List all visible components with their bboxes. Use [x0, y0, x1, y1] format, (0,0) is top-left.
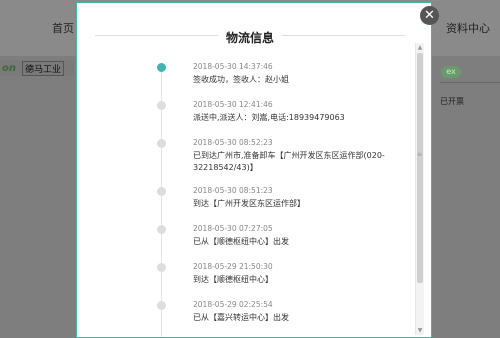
brand-logo: on 德马工业 — [0, 60, 74, 76]
timeline-dot-icon — [157, 139, 166, 148]
timeline-scroll-area[interactable]: 2018-05-30 14:37:46 签收成功，签收人：赵小姐 2018-05-3… — [77, 49, 415, 337]
event-time: 2018-05-29 02:25:54 — [193, 300, 273, 309]
scroll-thumb[interactable] — [417, 53, 423, 283]
event-time: 2018-05-30 12:41:46 — [193, 100, 273, 109]
event-time: 2018-05-28 20:19:35 — [193, 336, 273, 337]
timeline-dot-icon — [157, 101, 166, 110]
timeline-dot-icon — [157, 263, 166, 272]
timeline-dot-icon — [157, 187, 166, 196]
event-description: 到达【广州开发区东区运作部】 — [193, 199, 305, 208]
logo-text: 德马工业 — [22, 60, 65, 76]
status-badge: ex — [441, 66, 461, 78]
event-description: 已从【顺德枢纽中心】出发 — [193, 237, 289, 246]
event-description: 签收成功，签收人：赵小姐 — [193, 75, 289, 84]
modal-title: 物流信息 — [217, 29, 283, 46]
event-time: 2018-05-30 07:27:05 — [193, 224, 273, 233]
nav-home-link[interactable]: 首页 — [52, 20, 74, 36]
event-description: 派送中,派送人：刘嵩,电话:18939479063 — [193, 113, 345, 122]
event-description: 已到达广州市,准备卸车【广州开发区东区运作部(020-32218542/43)】 — [193, 151, 385, 172]
timeline-dot-icon — [157, 301, 166, 310]
divider — [440, 82, 500, 83]
logistics-modal: 物流信息 2018-05-30 14:37:46 签收成功，签收人：赵小姐 2018… — [76, 2, 432, 338]
event-description: 已从【嘉兴转运中心】出发 — [193, 313, 289, 322]
event-time: 2018-05-29 21:50:30 — [193, 262, 273, 271]
scroll-up-arrow-icon[interactable]: ▲ — [416, 43, 424, 52]
logo-mark: on — [2, 62, 16, 74]
scroll-down-arrow-icon[interactable]: ▼ — [416, 326, 424, 335]
timeline-dot-active-icon — [157, 63, 166, 72]
event-time: 2018-05-30 08:52:23 — [193, 138, 273, 147]
scroll-grip-icon: ≡ — [417, 151, 423, 158]
timeline-dot-icon — [157, 225, 166, 234]
scrollbar[interactable]: ▲ ≡ ▼ — [415, 43, 424, 335]
event-description: 到达【顺德枢纽中心】 — [193, 275, 273, 284]
invoiced-link[interactable]: 已开票 — [440, 96, 464, 107]
modal-header: 物流信息 — [95, 29, 405, 46]
event-time: 2018-05-30 08:51:23 — [193, 186, 273, 195]
nav-resource-center-link[interactable]: 资料中心 — [446, 20, 490, 36]
close-icon[interactable]: ✕ — [420, 6, 439, 25]
event-time: 2018-05-30 14:37:46 — [193, 62, 273, 71]
